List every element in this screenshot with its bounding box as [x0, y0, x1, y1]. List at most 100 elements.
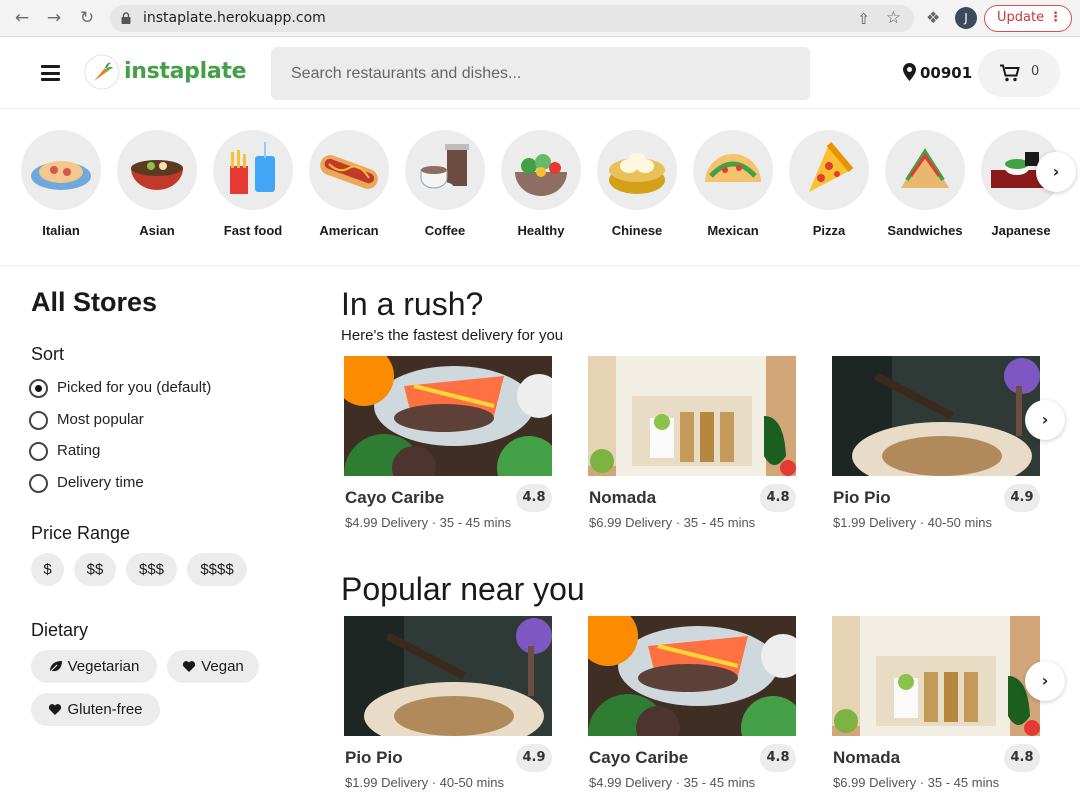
- store-card-pio-pio[interactable]: Pio Pio 4.9 $1.99 Delivery · 40-50 mins: [832, 356, 1040, 530]
- dietary-vegan[interactable]: Vegan: [167, 650, 259, 683]
- price-heading: Price Range: [31, 523, 131, 543]
- price-filter-1[interactable]: $: [31, 553, 64, 586]
- zip-code: 00901: [920, 64, 973, 82]
- category-strip: Italian Asian Fast food American Coffee …: [0, 110, 1080, 266]
- pasta-icon: [21, 130, 101, 210]
- location-pin-icon: [903, 63, 916, 81]
- filter-sidebar: All Stores Sort Picked for you (default)…: [0, 267, 320, 810]
- share-icon[interactable]: ⇧: [857, 10, 870, 28]
- sort-option-label: Rating: [57, 442, 101, 459]
- category-pizza[interactable]: Pizza: [781, 130, 877, 238]
- category-label: American: [319, 223, 379, 238]
- price-filter-2[interactable]: $$: [74, 553, 116, 586]
- popular-next-button[interactable]: ›: [1025, 661, 1065, 701]
- delivery-info: $6.99 Delivery · 35 - 45 mins: [833, 775, 1000, 790]
- category-asian[interactable]: Asian: [109, 130, 205, 238]
- salad-bowl-icon: [501, 130, 581, 210]
- dumpling-basket-icon: [597, 130, 677, 210]
- store-name: Cayo Caribe: [345, 488, 445, 507]
- store-name: Cayo Caribe: [589, 748, 689, 767]
- sandwich-icon: [885, 130, 965, 210]
- category-fast-food[interactable]: Fast food: [205, 130, 301, 238]
- category-sandwiches[interactable]: Sandwiches: [877, 130, 973, 238]
- update-label: Update: [997, 10, 1045, 25]
- extensions-puzzle-icon[interactable]: ❖: [926, 8, 940, 27]
- rating-badge: 4.8: [760, 484, 796, 512]
- sort-option-label: Delivery time: [57, 474, 144, 491]
- store-name: Nomada: [833, 748, 901, 767]
- back-arrow-icon[interactable]: ←: [12, 8, 32, 28]
- forward-arrow-icon[interactable]: →: [44, 8, 64, 28]
- dietary-label: Vegetarian: [67, 658, 140, 675]
- store-card-nomada[interactable]: Nomada 4.8 $6.99 Delivery · 35 - 45 mins: [832, 616, 1040, 790]
- delivery-info: $4.99 Delivery · 35 - 45 mins: [345, 515, 512, 530]
- brand-name[interactable]: instaplate: [124, 59, 247, 84]
- rating-badge: 4.9: [1004, 484, 1040, 512]
- coffee-cup-icon: [405, 130, 485, 210]
- categories-next-button[interactable]: ›: [1036, 152, 1076, 192]
- cart-button[interactable]: 0: [978, 49, 1060, 97]
- sort-option-label: Picked for you (default): [57, 379, 212, 396]
- rush-next-button[interactable]: ›: [1025, 400, 1065, 440]
- store-card-pio-pio[interactable]: Pio Pio 4.9 $1.99 Delivery · 40-50 mins: [344, 616, 552, 790]
- category-coffee[interactable]: Coffee: [397, 130, 493, 238]
- chevron-right-icon: ›: [1041, 671, 1049, 690]
- category-label: Japanese: [991, 223, 1051, 238]
- price-filter-4[interactable]: $$$$: [187, 553, 247, 586]
- category-american[interactable]: American: [301, 130, 397, 238]
- category-label: Asian: [139, 223, 175, 238]
- dietary-vegetarian[interactable]: Vegetarian: [31, 650, 157, 683]
- browser-toolbar: ← → ↻ instaplate.herokuapp.com ⇧ ☆ ❖ J U…: [0, 0, 1080, 37]
- location-zip[interactable]: 00901: [903, 63, 972, 82]
- store-card-cayo-caribe[interactable]: Cayo Caribe 4.8 $4.99 Delivery · 35 - 45…: [344, 356, 552, 530]
- dietary-gluten-free[interactable]: Gluten-free: [31, 693, 160, 726]
- popular-section-title: Popular near you: [341, 571, 585, 607]
- price-filter-3[interactable]: $$$: [126, 553, 177, 586]
- leaf-icon: [49, 661, 62, 673]
- category-label: Sandwiches: [887, 223, 963, 238]
- search-input[interactable]: [271, 47, 810, 100]
- taco-box-photo: [832, 616, 1040, 736]
- category-label: Coffee: [424, 223, 466, 238]
- delivery-info: $4.99 Delivery · 35 - 45 mins: [589, 775, 756, 790]
- category-chinese[interactable]: Chinese: [589, 130, 685, 238]
- rating-badge: 4.9: [516, 744, 552, 772]
- fish-platter-photo: [588, 616, 796, 736]
- sort-option-label: Most popular: [57, 411, 144, 428]
- ramen-bowl-icon: [117, 130, 197, 210]
- profile-avatar[interactable]: J: [955, 7, 977, 29]
- address-bar[interactable]: instaplate.herokuapp.com ⇧ ☆: [110, 5, 914, 32]
- app-header: instaplate 00901 0: [0, 37, 1080, 109]
- rice-plate-photo: [344, 616, 552, 736]
- reload-icon[interactable]: ↻: [77, 8, 97, 28]
- cart-count: 0: [1031, 64, 1040, 79]
- store-card-nomada[interactable]: Nomada 4.8 $6.99 Delivery · 35 - 45 mins: [588, 356, 796, 530]
- radio-selected-icon: [29, 379, 48, 398]
- category-label: Mexican: [707, 223, 759, 238]
- bookmark-star-icon[interactable]: ☆: [886, 8, 901, 28]
- category-label: Fast food: [223, 223, 283, 238]
- chevron-right-icon: ›: [1052, 162, 1060, 181]
- carrot-logo-icon[interactable]: [84, 54, 120, 90]
- hamburger-menu-icon[interactable]: [41, 65, 60, 81]
- heart-icon: [49, 704, 62, 715]
- store-card-cayo-caribe[interactable]: Cayo Caribe 4.8 $4.99 Delivery · 35 - 45…: [588, 616, 796, 790]
- rating-badge: 4.8: [760, 744, 796, 772]
- rating-badge: 4.8: [516, 484, 552, 512]
- rice-plate-photo: [832, 356, 1040, 476]
- category-label: Chinese: [611, 223, 663, 238]
- radio-icon: [29, 474, 48, 493]
- hotdog-icon: [309, 130, 389, 210]
- category-italian[interactable]: Italian: [13, 130, 109, 238]
- rush-section-title: In a rush?: [341, 286, 484, 322]
- update-button[interactable]: Update ⋮: [984, 5, 1072, 32]
- more-vertical-icon: ⋮: [1049, 10, 1062, 25]
- fish-platter-photo: [344, 356, 552, 476]
- radio-icon: [29, 442, 48, 461]
- dietary-heading: Dietary: [31, 620, 89, 640]
- store-name: Nomada: [589, 488, 657, 507]
- taco-icon: [693, 130, 773, 210]
- category-healthy[interactable]: Healthy: [493, 130, 589, 238]
- category-mexican[interactable]: Mexican: [685, 130, 781, 238]
- store-name: Pio Pio: [833, 488, 891, 507]
